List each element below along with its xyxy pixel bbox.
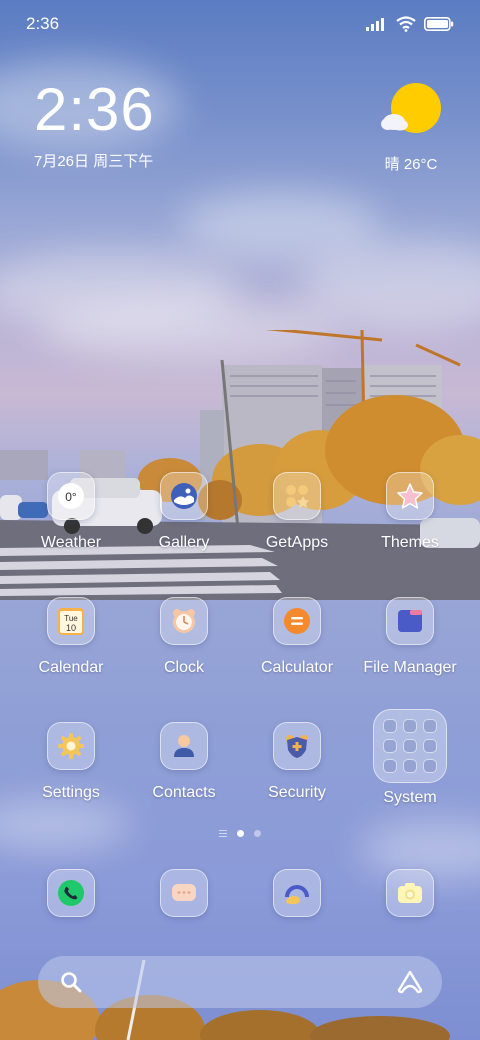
clock-icon	[160, 597, 208, 645]
browser-icon	[273, 869, 321, 917]
app-label: System	[383, 789, 437, 806]
folder-mini-icon	[403, 739, 417, 753]
phone-icon	[47, 869, 95, 917]
folder-mini-icon	[383, 739, 397, 753]
clock-widget[interactable]: 2:36 7月26日 周三下午	[34, 80, 155, 171]
gallery-icon	[160, 472, 208, 520]
calendar-date: 10	[66, 623, 76, 633]
app-clock[interactable]: Clock	[128, 597, 240, 677]
weather-app-icon: 0°	[47, 472, 95, 520]
app-weather[interactable]: 0° Weather	[15, 472, 127, 552]
app-calculator[interactable]: Calculator	[241, 597, 353, 677]
app-settings[interactable]: Settings	[15, 722, 127, 802]
app-label: Calendar	[38, 659, 104, 676]
folder-mini-icon	[423, 759, 437, 773]
app-label: Clock	[163, 659, 204, 676]
app-label: Calculator	[260, 659, 334, 676]
system-folder-icon	[373, 709, 447, 783]
widget-time: 2:36	[34, 76, 155, 143]
status-time: 2:36	[26, 14, 60, 33]
camera-icon	[386, 869, 434, 917]
folder-mini-icon	[403, 719, 417, 733]
assistant-icon[interactable]	[396, 969, 424, 995]
city-scene	[0, 330, 480, 600]
app-label: Gallery	[158, 534, 210, 551]
folder-icon	[386, 597, 434, 645]
app-label: Themes	[381, 534, 439, 551]
contact-person-icon	[160, 722, 208, 770]
dock-phone[interactable]	[15, 869, 127, 917]
app-gallery[interactable]: Gallery	[128, 472, 240, 552]
weather-app-temp: 0°	[65, 490, 77, 504]
app-label: File Manager	[363, 659, 457, 676]
page-dot[interactable]	[254, 830, 261, 837]
search-bar[interactable]	[38, 956, 442, 1008]
app-security[interactable]: Security	[241, 722, 353, 802]
dock-camera[interactable]	[354, 869, 466, 917]
weather-widget[interactable]: 晴 26°C	[376, 82, 446, 174]
app-themes[interactable]: Themes	[354, 472, 466, 552]
app-file-manager[interactable]: File Manager	[354, 597, 466, 677]
app-contacts[interactable]: Contacts	[128, 722, 240, 802]
app-system-folder[interactable]: System	[354, 709, 466, 807]
folder-mini-icon	[383, 759, 397, 773]
messages-icon	[160, 869, 208, 917]
list-view-indicator-icon[interactable]	[219, 830, 227, 837]
signal-icon	[366, 18, 384, 31]
sunny-cloud-icon	[381, 83, 441, 133]
page-indicator[interactable]	[0, 830, 480, 837]
themes-icon	[386, 472, 434, 520]
weather-summary: 晴 26°C	[384, 156, 438, 173]
getapps-icon	[273, 472, 321, 520]
calculator-icon	[273, 597, 321, 645]
app-label: Contacts	[152, 784, 216, 801]
page-dot-active[interactable]	[237, 830, 244, 837]
search-icon	[61, 972, 82, 993]
shield-icon	[273, 722, 321, 770]
wifi-icon	[396, 16, 416, 32]
app-label: Settings	[42, 784, 100, 801]
calendar-day: Tue	[64, 614, 78, 623]
folder-mini-icon	[403, 759, 417, 773]
app-getapps[interactable]: GetApps	[241, 472, 353, 552]
app-label: Security	[268, 784, 326, 801]
folder-mini-icon	[383, 719, 397, 733]
folder-mini-icon	[423, 719, 437, 733]
widget-date: 7月26日 周三下午	[34, 153, 154, 170]
gear-icon	[47, 722, 95, 770]
battery-icon	[424, 17, 454, 31]
app-calendar[interactable]: Tue 10 Calendar	[15, 597, 127, 677]
calendar-icon: Tue 10	[47, 597, 95, 645]
app-label: GetApps	[265, 534, 329, 551]
status-bar: 2:36	[0, 0, 480, 50]
app-label: Weather	[40, 534, 102, 551]
dock-messages[interactable]	[128, 869, 240, 917]
folder-mini-icon	[423, 739, 437, 753]
dock-browser[interactable]	[241, 869, 353, 917]
